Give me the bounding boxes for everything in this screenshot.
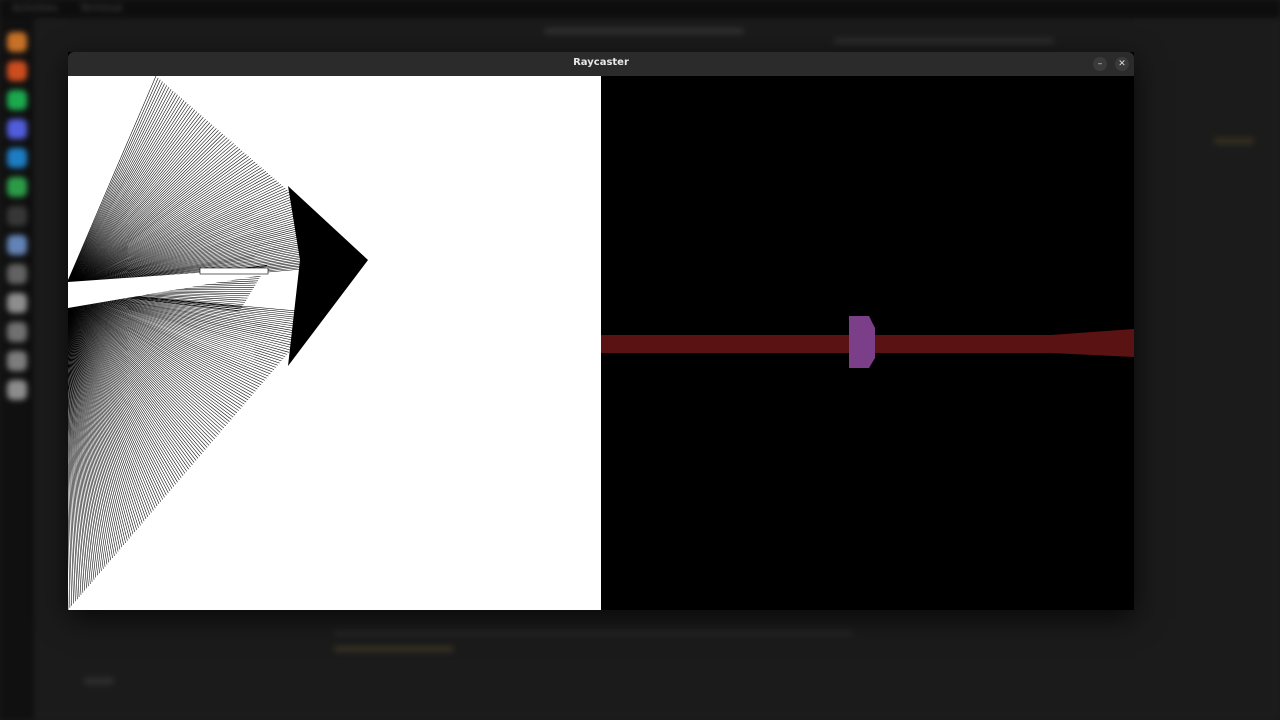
disk-icon[interactable] — [7, 322, 27, 342]
chat-icon[interactable] — [7, 177, 27, 197]
app-menu-label[interactable]: Terminal — [80, 3, 122, 14]
minimize-button[interactable]: – — [1093, 57, 1107, 71]
terminal-icon[interactable] — [7, 206, 27, 226]
dense-ray-region — [288, 186, 368, 366]
top-down-map-view — [63, 75, 601, 611]
window-title: Raycaster — [573, 57, 629, 68]
trash-icon[interactable] — [7, 293, 27, 313]
spotify-icon[interactable] — [7, 90, 27, 110]
app2-icon[interactable] — [7, 380, 27, 400]
close-button[interactable]: ✕ — [1115, 57, 1129, 71]
ray-fan-canvas — [63, 75, 368, 611]
settings-icon[interactable] — [7, 264, 27, 284]
vscode-icon[interactable] — [7, 148, 27, 168]
activities-label[interactable]: Activities — [12, 3, 58, 14]
window-content — [63, 75, 1134, 611]
firefox-icon[interactable] — [7, 61, 27, 81]
files-icon[interactable] — [7, 235, 27, 255]
app-icon[interactable] — [7, 351, 27, 371]
raycaster-window: Raycaster – ✕ — [63, 52, 1134, 611]
title-bar[interactable]: Raycaster – ✕ — [68, 52, 1134, 76]
browser-icon[interactable] — [7, 32, 27, 52]
desktop: Activities Terminal Raycaster – ✕ — [0, 0, 1280, 720]
sprite-marker — [199, 267, 269, 275]
dock — [0, 18, 34, 720]
top-bar: Activities Terminal — [0, 0, 1280, 18]
sprite-object — [849, 316, 875, 368]
scene-canvas — [601, 316, 1134, 368]
discord-icon[interactable] — [7, 119, 27, 139]
first-person-3d-view — [601, 76, 1134, 610]
